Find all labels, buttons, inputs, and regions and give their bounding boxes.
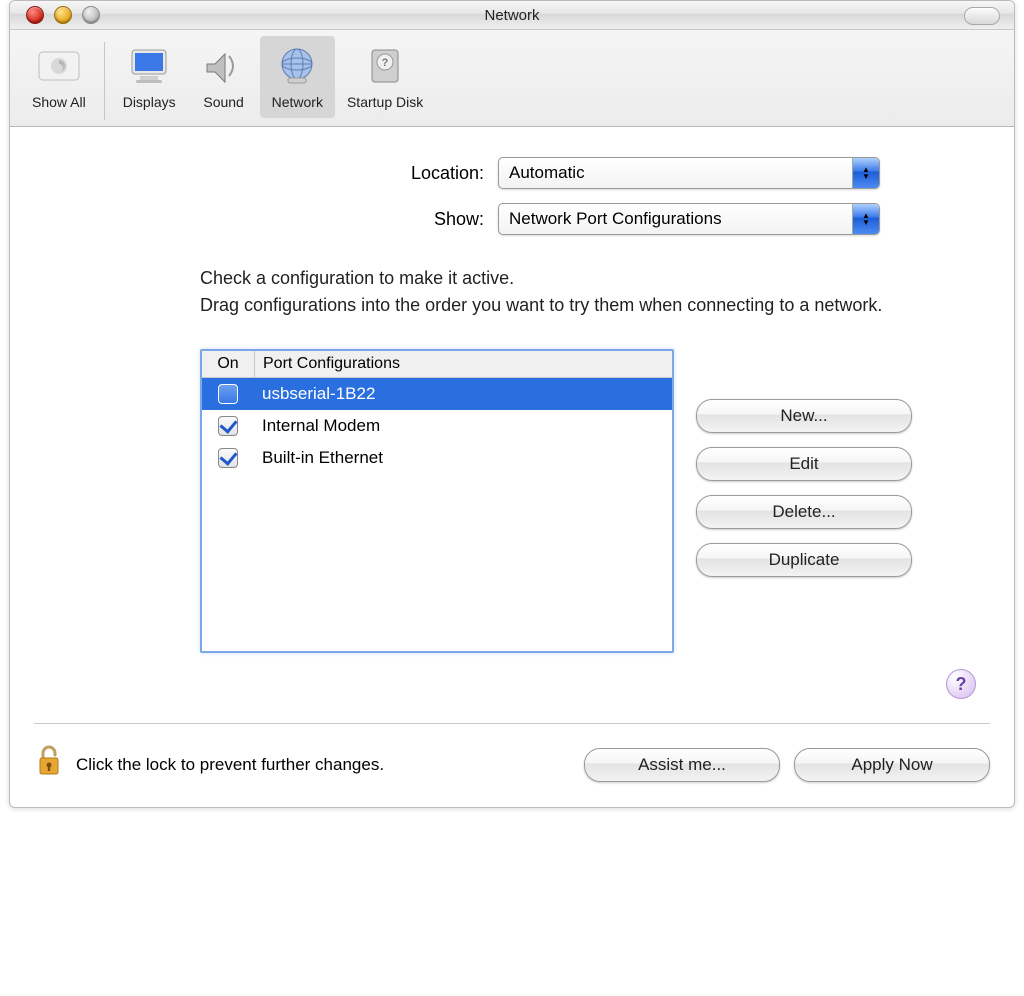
toolbar-show-all-label: Show All — [32, 94, 86, 110]
port-name: Built-in Ethernet — [254, 448, 672, 468]
toolbar: Show All Displays — [10, 30, 1014, 127]
delete-button[interactable]: Delete... — [696, 495, 912, 529]
header-port-configurations[interactable]: Port Configurations — [255, 351, 672, 377]
checkbox-builtin-ethernet[interactable] — [218, 448, 238, 468]
port-name: usbserial-1B22 — [254, 384, 672, 404]
show-value: Network Port Configurations — [509, 209, 722, 229]
help-button[interactable]: ? — [946, 669, 976, 699]
footer: Click the lock to prevent further change… — [10, 730, 1014, 807]
toolbar-sound-label: Sound — [203, 94, 243, 110]
new-button[interactable]: New... — [696, 399, 912, 433]
location-label: Location: — [144, 163, 498, 184]
instructions-text: Check a configuration to make it active.… — [200, 265, 900, 319]
toolbar-network[interactable]: Network — [260, 36, 335, 118]
toolbar-toggle-button[interactable] — [964, 7, 1000, 25]
svg-text:?: ? — [382, 57, 389, 69]
port-row-internal-modem[interactable]: Internal Modem — [202, 410, 672, 442]
lock-icon[interactable] — [34, 744, 64, 785]
popup-arrows-icon: ▲▼ — [852, 158, 879, 188]
location-popup[interactable]: Automatic ▲▼ — [498, 157, 880, 189]
sound-icon — [200, 42, 248, 90]
location-value: Automatic — [509, 163, 585, 183]
port-name: Internal Modem — [254, 416, 672, 436]
toolbar-divider — [104, 42, 105, 120]
separator — [34, 723, 990, 724]
popup-arrows-icon: ▲▼ — [852, 204, 879, 234]
duplicate-button[interactable]: Duplicate — [696, 543, 912, 577]
displays-icon — [125, 42, 173, 90]
toolbar-sound[interactable]: Sound — [188, 36, 260, 118]
edit-button[interactable]: Edit — [696, 447, 912, 481]
show-all-icon — [35, 42, 83, 90]
port-row-usbserial[interactable]: usbserial-1B22 — [202, 378, 672, 410]
show-popup[interactable]: Network Port Configurations ▲▼ — [498, 203, 880, 235]
checkbox-internal-modem[interactable] — [218, 416, 238, 436]
titlebar: Network — [10, 1, 1014, 30]
apply-now-button[interactable]: Apply Now — [794, 748, 990, 782]
lock-text: Click the lock to prevent further change… — [76, 755, 384, 775]
window-title: Network — [10, 7, 1014, 24]
port-configurations-box: On Port Configurations usbserial-1B22 In… — [200, 349, 674, 653]
portbox-header: On Port Configurations — [202, 351, 672, 378]
toolbar-startup-disk-label: Startup Disk — [347, 94, 423, 110]
assist-me-button[interactable]: Assist me... — [584, 748, 780, 782]
show-label: Show: — [144, 209, 498, 230]
network-icon — [273, 42, 321, 90]
header-on[interactable]: On — [202, 351, 255, 377]
startup-disk-icon: ? — [361, 42, 409, 90]
toolbar-displays[interactable]: Displays — [111, 36, 188, 118]
toolbar-startup-disk[interactable]: ? Startup Disk — [335, 36, 435, 118]
network-preferences-window: Network Show All — [9, 0, 1015, 808]
port-row-builtin-ethernet[interactable]: Built-in Ethernet — [202, 442, 672, 474]
toolbar-network-label: Network — [272, 94, 323, 110]
content-area: Location: Automatic ▲▼ Show: Network Por… — [10, 127, 1014, 717]
portbox-rows: usbserial-1B22 Internal Modem Built-in E… — [202, 378, 672, 651]
side-buttons: New... Edit Delete... Duplicate — [696, 399, 912, 577]
toolbar-displays-label: Displays — [123, 94, 176, 110]
checkbox-usbserial[interactable] — [218, 384, 238, 404]
toolbar-show-all[interactable]: Show All — [20, 36, 98, 118]
